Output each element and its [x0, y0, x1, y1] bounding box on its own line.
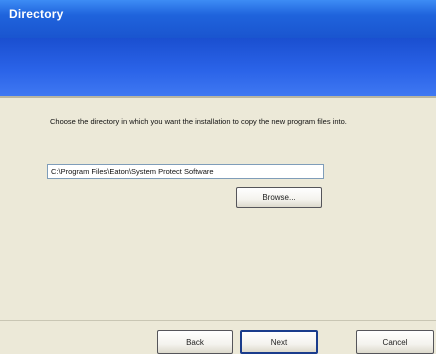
header-band: [0, 38, 436, 96]
installer-window: Directory Choose the directory in which …: [0, 0, 436, 354]
back-button[interactable]: Back: [157, 330, 233, 354]
header-divider: [0, 96, 436, 98]
instruction-text: Choose the directory in which you want t…: [50, 117, 347, 126]
next-button[interactable]: Next: [240, 330, 318, 354]
install-path-input[interactable]: [47, 164, 324, 179]
cancel-button[interactable]: Cancel: [356, 330, 434, 354]
window-title: Directory: [9, 7, 64, 21]
browse-button[interactable]: Browse...: [236, 187, 322, 208]
footer-divider: [0, 320, 436, 321]
title-bar: Directory: [0, 0, 436, 38]
